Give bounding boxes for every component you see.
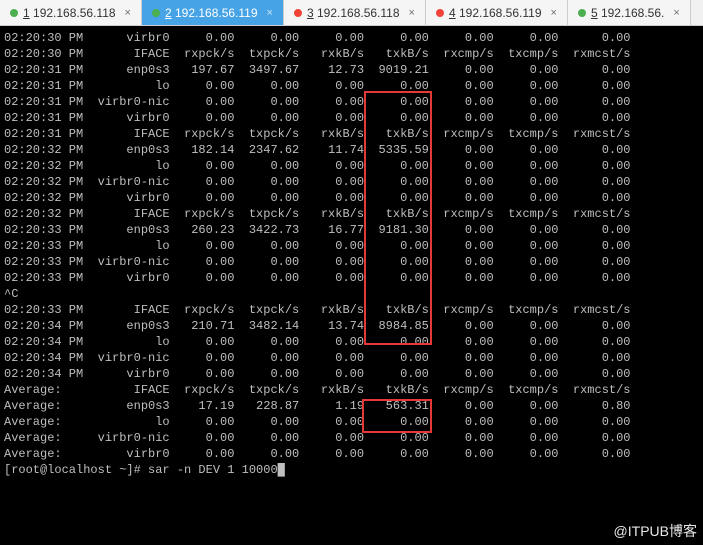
close-icon[interactable]: × xyxy=(551,7,557,19)
data-row: 02:20:34 PM lo 0.00 0.00 0.00 0.00 0.00 … xyxy=(4,334,703,350)
terminal[interactable]: 02:20:30 PM virbr0 0.00 0.00 0.00 0.00 0… xyxy=(0,26,703,545)
data-row: 02:20:30 PM virbr0 0.00 0.00 0.00 0.00 0… xyxy=(4,30,703,46)
data-row: 02:20:33 PM enp0s3 260.23 3422.73 16.77 … xyxy=(4,222,703,238)
tab-label: 2 192.168.56.119 xyxy=(165,6,258,20)
tab-label: 4 192.168.56.119 xyxy=(449,6,542,20)
status-dot-icon xyxy=(436,9,444,17)
data-row: 02:20:31 PM lo 0.00 0.00 0.00 0.00 0.00 … xyxy=(4,78,703,94)
data-row: 02:20:33 PM virbr0-nic 0.00 0.00 0.00 0.… xyxy=(4,254,703,270)
data-row: 02:20:34 PM virbr0-nic 0.00 0.00 0.00 0.… xyxy=(4,350,703,366)
status-dot-icon xyxy=(10,9,18,17)
data-row: 02:20:32 PM virbr0 0.00 0.00 0.00 0.00 0… xyxy=(4,190,703,206)
close-icon[interactable]: × xyxy=(267,7,273,19)
data-row: 02:20:33 PM virbr0 0.00 0.00 0.00 0.00 0… xyxy=(4,270,703,286)
data-row: 02:20:31 PM enp0s3 197.67 3497.67 12.73 … xyxy=(4,62,703,78)
close-icon[interactable]: × xyxy=(673,7,679,19)
status-dot-icon xyxy=(152,9,160,17)
data-row: 02:20:34 PM enp0s3 210.71 3482.14 13.74 … xyxy=(4,318,703,334)
avg-row: Average: lo 0.00 0.00 0.00 0.00 0.00 0.0… xyxy=(4,414,703,430)
tab-label: 5 192.168.56. xyxy=(591,6,664,20)
tab-session-2[interactable]: 2 192.168.56.119 × xyxy=(142,0,284,25)
tab-label: 1 192.168.56.118 xyxy=(23,6,116,20)
tab-label: 3 192.168.56.118 xyxy=(307,6,400,20)
tab-bar: 1 192.168.56.118×2 192.168.56.119×3 192.… xyxy=(0,0,703,26)
close-icon[interactable]: × xyxy=(125,7,131,19)
avg-header-row: Average: IFACE rxpck/s txpck/s rxkB/s tx… xyxy=(4,382,703,398)
watermark: @ITPUB博客 xyxy=(614,521,697,541)
close-icon[interactable]: × xyxy=(409,7,415,19)
data-row: 02:20:31 PM virbr0-nic 0.00 0.00 0.00 0.… xyxy=(4,94,703,110)
ctrl-c: ^C xyxy=(4,286,703,302)
tab-session-5[interactable]: 5 192.168.56. × xyxy=(568,0,691,25)
avg-row: Average: virbr0-nic 0.00 0.00 0.00 0.00 … xyxy=(4,430,703,446)
prompt-line: [root@localhost ~]# sar -n DEV 1 10000█ xyxy=(4,462,703,478)
data-row: 02:20:33 PM lo 0.00 0.00 0.00 0.00 0.00 … xyxy=(4,238,703,254)
data-row: 02:20:32 PM virbr0-nic 0.00 0.00 0.00 0.… xyxy=(4,174,703,190)
avg-row: Average: enp0s3 17.19 228.87 1.19 563.31… xyxy=(4,398,703,414)
data-row: 02:20:32 PM lo 0.00 0.00 0.00 0.00 0.00 … xyxy=(4,158,703,174)
status-dot-icon xyxy=(294,9,302,17)
tab-session-4[interactable]: 4 192.168.56.119 × xyxy=(426,0,568,25)
avg-row: Average: virbr0 0.00 0.00 0.00 0.00 0.00… xyxy=(4,446,703,462)
data-row: 02:20:34 PM virbr0 0.00 0.00 0.00 0.00 0… xyxy=(4,366,703,382)
header-row: 02:20:33 PM IFACE rxpck/s txpck/s rxkB/s… xyxy=(4,302,703,318)
header-row: 02:20:31 PM IFACE rxpck/s txpck/s rxkB/s… xyxy=(4,126,703,142)
tab-session-3[interactable]: 3 192.168.56.118 × xyxy=(284,0,426,25)
data-row: 02:20:31 PM virbr0 0.00 0.00 0.00 0.00 0… xyxy=(4,110,703,126)
header-row: 02:20:32 PM IFACE rxpck/s txpck/s rxkB/s… xyxy=(4,206,703,222)
data-row: 02:20:32 PM enp0s3 182.14 2347.62 11.74 … xyxy=(4,142,703,158)
tab-session-1[interactable]: 1 192.168.56.118 × xyxy=(0,0,142,25)
header-row: 02:20:30 PM IFACE rxpck/s txpck/s rxkB/s… xyxy=(4,46,703,62)
status-dot-icon xyxy=(578,9,586,17)
